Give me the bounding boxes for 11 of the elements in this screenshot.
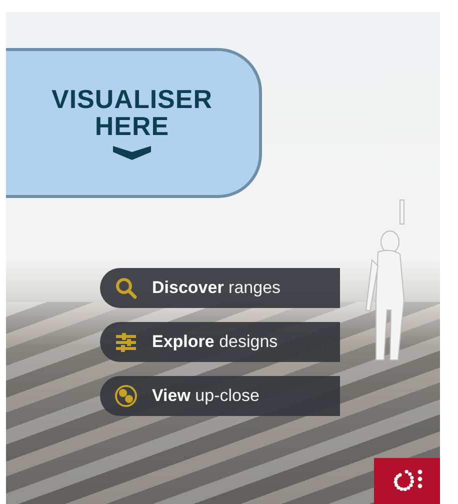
callout-text: VISUALISER bbox=[51, 86, 213, 113]
menu-button[interactable]: Discover ranges bbox=[100, 268, 340, 308]
callout-text: HERE bbox=[94, 113, 170, 140]
menu-button[interactable]: Explore designs bbox=[100, 322, 340, 362]
sliders-icon bbox=[114, 330, 138, 354]
brand-logo[interactable] bbox=[374, 458, 440, 504]
visualiser-callout[interactable]: VISUALISER HERE bbox=[6, 48, 262, 198]
chevron-down-icon bbox=[113, 144, 151, 160]
search-icon bbox=[114, 276, 138, 300]
magnify-circle-icon bbox=[114, 384, 138, 408]
menu-button[interactable]: View up-close bbox=[100, 376, 340, 416]
